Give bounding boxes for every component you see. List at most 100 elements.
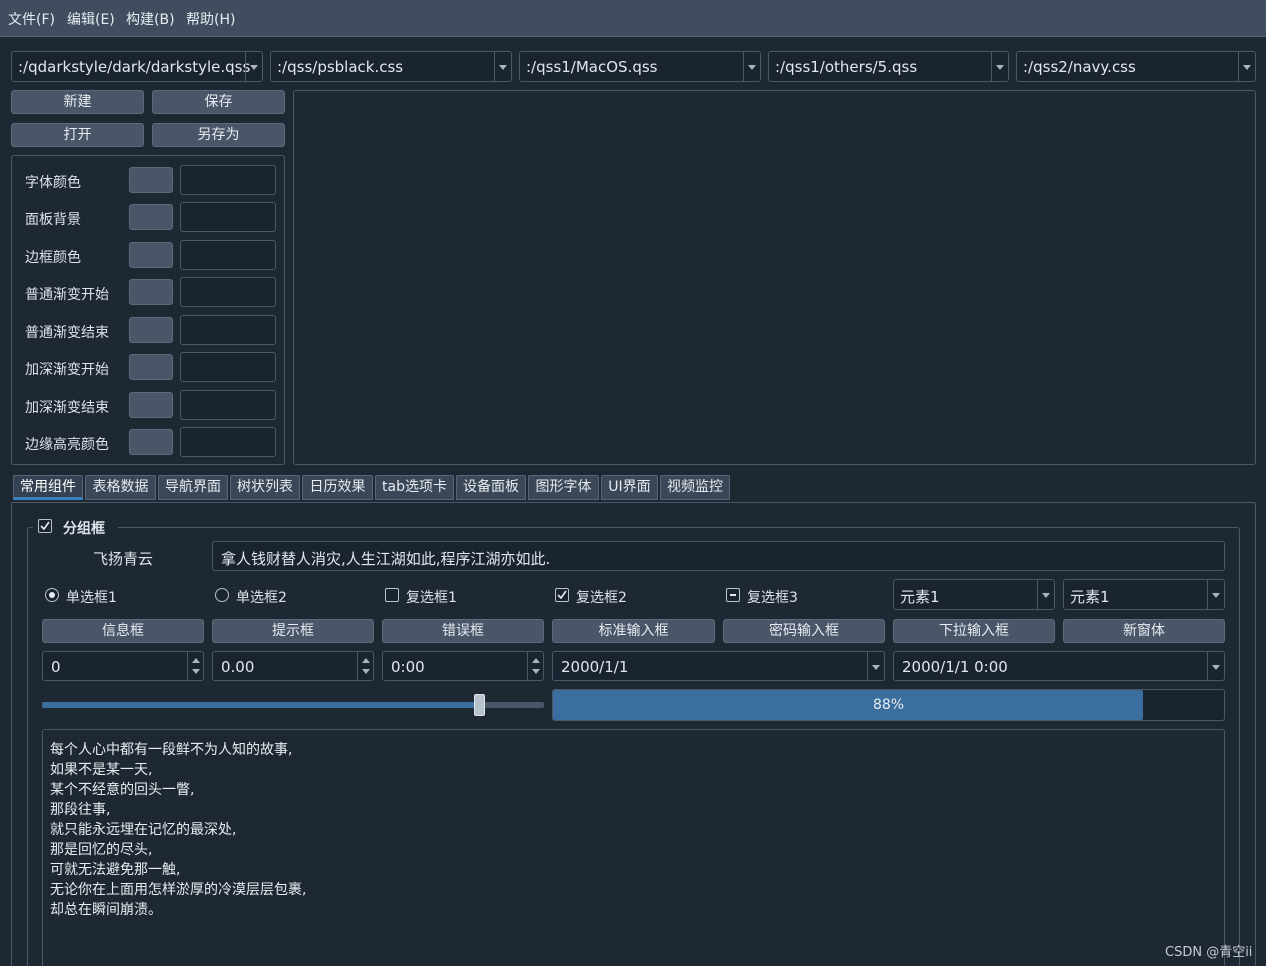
radio-dot-icon xyxy=(49,592,55,598)
input-box-button[interactable]: 标准输入框 xyxy=(552,619,715,643)
open-button[interactable]: 打开 xyxy=(11,123,144,147)
color-label: 面板背景 xyxy=(25,212,81,228)
tab-table-data[interactable]: 表格数据 xyxy=(85,475,156,500)
chevron-down-icon[interactable] xyxy=(494,52,511,81)
color-field[interactable] xyxy=(180,240,276,270)
radio-1[interactable] xyxy=(45,588,59,602)
tab-common[interactable]: 常用组件 xyxy=(13,475,83,500)
color-field[interactable] xyxy=(180,427,276,457)
chevron-down-icon[interactable] xyxy=(867,652,884,680)
spin-value: 0:00 xyxy=(391,658,425,676)
partial-check-icon xyxy=(730,594,736,596)
spin-value: 0.00 xyxy=(221,658,255,676)
style-combo-value: :/qss2/navy.css xyxy=(1023,58,1136,76)
chevron-down-icon[interactable] xyxy=(245,52,262,81)
color-label: 普通渐变开始 xyxy=(25,287,109,303)
arrow-up-icon[interactable] xyxy=(532,658,540,663)
tab-tab-widget[interactable]: tab选项卡 xyxy=(375,475,454,500)
error-box-button[interactable]: 错误框 xyxy=(382,619,544,643)
color-panel: 字体颜色 面板背景 边框颜色 普通渐变开始 普通渐变结束 加深渐变开始 加深渐变… xyxy=(11,155,285,465)
style-combo-4[interactable]: :/qss1/others/5.qss xyxy=(768,51,1009,82)
element-combo-1[interactable]: 元素1 xyxy=(893,579,1055,610)
chevron-down-icon[interactable] xyxy=(991,52,1008,81)
time-edit[interactable]: 0:00 xyxy=(382,651,544,681)
spin-value: 0 xyxy=(51,658,61,676)
color-label: 边框颜色 xyxy=(25,250,81,266)
checkbox-3[interactable] xyxy=(726,588,740,602)
menu-build[interactable]: 构建(B) xyxy=(126,9,175,29)
new-button[interactable]: 新建 xyxy=(11,90,144,114)
tab-video-monitor[interactable]: 视频监控 xyxy=(660,475,730,500)
element-combo-2[interactable]: 元素1 xyxy=(1063,579,1225,610)
arrow-up-icon[interactable] xyxy=(362,658,370,663)
color-field[interactable] xyxy=(180,352,276,382)
group-box-header: 分组框 xyxy=(33,516,118,538)
chevron-down-icon[interactable] xyxy=(743,52,760,81)
progress-bar: 88% xyxy=(552,689,1225,721)
checkbox-label-1: 复选框1 xyxy=(406,590,457,606)
dropdown-box-button[interactable]: 下拉输入框 xyxy=(893,619,1055,643)
arrow-down-icon[interactable] xyxy=(192,669,200,674)
color-field[interactable] xyxy=(180,390,276,420)
menu-file[interactable]: 文件(F) xyxy=(8,9,55,29)
menu-help[interactable]: 帮助(H) xyxy=(186,9,235,29)
arrow-down-icon[interactable] xyxy=(532,669,540,674)
color-field[interactable] xyxy=(180,202,276,232)
hint-box-button[interactable]: 提示框 xyxy=(212,619,374,643)
radio-label-1: 单选框1 xyxy=(66,590,117,606)
double-spinbox[interactable]: 0.00 xyxy=(212,651,374,681)
color-swatch[interactable] xyxy=(129,429,173,455)
slider-track[interactable] xyxy=(42,702,544,708)
menu-edit[interactable]: 编辑(E) xyxy=(67,9,115,29)
color-swatch[interactable] xyxy=(129,167,173,193)
color-swatch[interactable] xyxy=(129,279,173,305)
color-swatch[interactable] xyxy=(129,392,173,418)
style-combo-2[interactable]: :/qss/psblack.css xyxy=(270,51,512,82)
date-edit[interactable]: 2000/1/1 xyxy=(552,651,885,681)
color-swatch[interactable] xyxy=(129,317,173,343)
style-combo-3[interactable]: :/qss1/MacOS.qss xyxy=(519,51,761,82)
tab-graphic-font[interactable]: 图形字体 xyxy=(528,475,599,500)
style-combo-5[interactable]: :/qss2/navy.css xyxy=(1016,51,1256,82)
info-box-button[interactable]: 信息框 xyxy=(42,619,204,643)
checkbox-2[interactable] xyxy=(555,588,569,602)
group-checkbox[interactable] xyxy=(38,519,52,533)
color-field[interactable] xyxy=(180,165,276,195)
chevron-down-icon[interactable] xyxy=(1238,52,1255,81)
checkbox-label-3: 复选框3 xyxy=(747,590,798,606)
text-edit[interactable] xyxy=(42,729,1225,966)
line-edit[interactable]: 拿人钱财替人消灾,人生江湖如此,程序江湖亦如此. xyxy=(212,541,1225,571)
slider-handle[interactable] xyxy=(473,694,485,716)
color-field[interactable] xyxy=(180,315,276,345)
datetime-edit[interactable]: 2000/1/1 0:00 xyxy=(893,651,1225,681)
radio-2[interactable] xyxy=(215,588,229,602)
text-line: 那是回忆的尽头, xyxy=(50,842,153,858)
tab-tree-list[interactable]: 树状列表 xyxy=(230,475,300,500)
save-button[interactable]: 保存 xyxy=(152,90,285,114)
new-window-button[interactable]: 新窗体 xyxy=(1063,619,1225,643)
style-combo-1[interactable]: :/qdarkstyle/dark/darkstyle.qss xyxy=(11,51,263,82)
tab-navigation[interactable]: 导航界面 xyxy=(158,475,228,500)
tab-ui[interactable]: UI界面 xyxy=(601,475,658,500)
line-edit-value: 拿人钱财替人消灾,人生江湖如此,程序江湖亦如此. xyxy=(221,550,551,568)
slider-fill xyxy=(42,702,479,708)
color-swatch[interactable] xyxy=(129,242,173,268)
color-swatch[interactable] xyxy=(129,354,173,380)
password-box-button[interactable]: 密码输入框 xyxy=(723,619,885,643)
qss-editor[interactable] xyxy=(293,90,1256,465)
color-field[interactable] xyxy=(180,277,276,307)
text-line: 可就无法避免那一触, xyxy=(50,862,181,878)
tab-device-panel[interactable]: 设备面板 xyxy=(456,475,526,500)
arrow-up-icon[interactable] xyxy=(192,658,200,663)
radio-label-2: 单选框2 xyxy=(236,590,287,606)
checkbox-1[interactable] xyxy=(385,588,399,602)
save-as-button[interactable]: 另存为 xyxy=(152,123,285,147)
color-swatch[interactable] xyxy=(129,204,173,230)
arrow-down-icon[interactable] xyxy=(362,669,370,674)
chevron-down-icon[interactable] xyxy=(1037,580,1054,609)
tab-calendar[interactable]: 日历效果 xyxy=(302,475,373,500)
int-spinbox[interactable]: 0 xyxy=(42,651,204,681)
element-combo-value: 元素1 xyxy=(900,588,940,606)
chevron-down-icon[interactable] xyxy=(1207,652,1224,680)
chevron-down-icon[interactable] xyxy=(1207,580,1224,609)
